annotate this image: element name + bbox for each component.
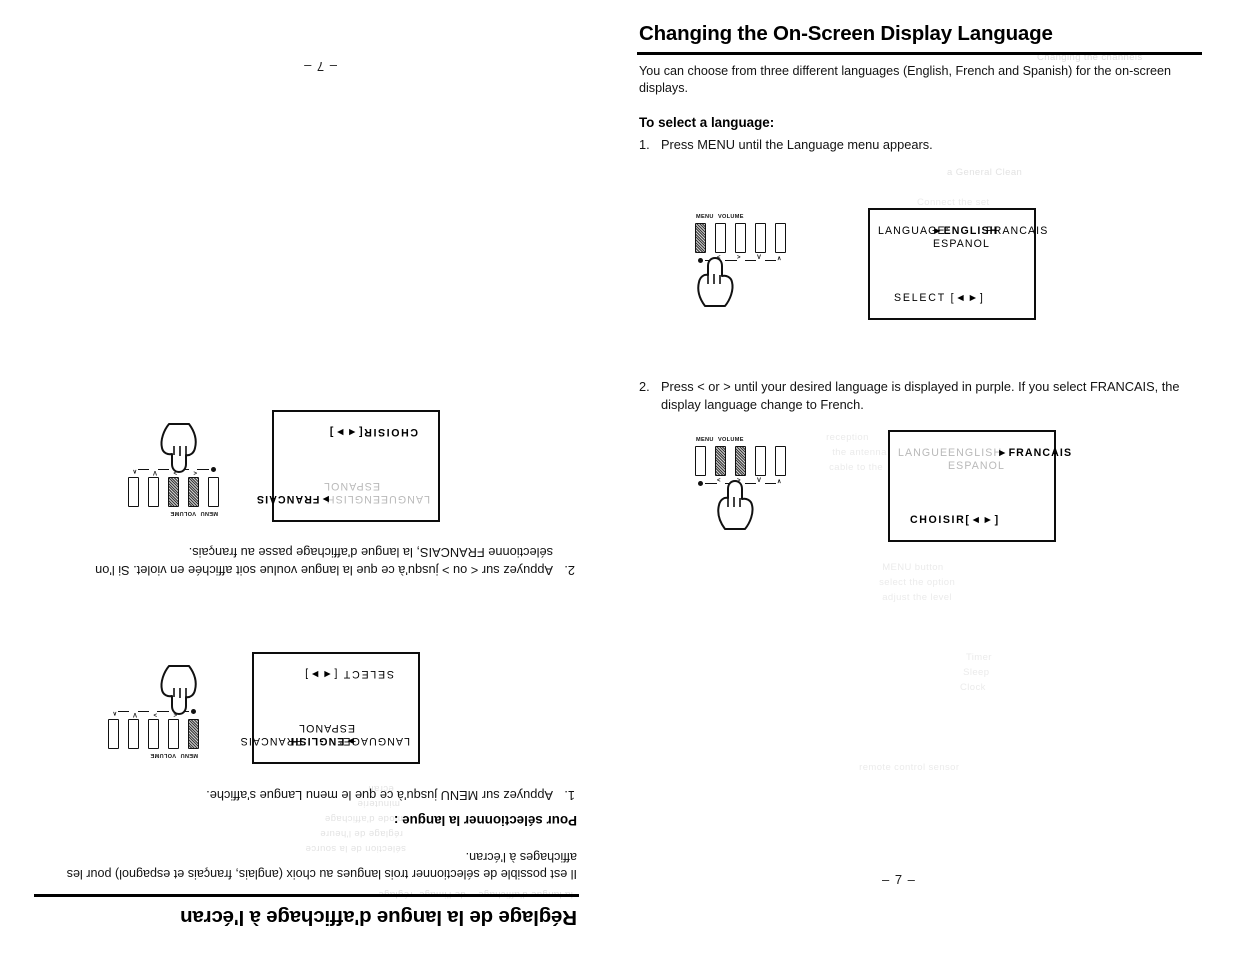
key-channel-down-right[interactable] (755, 223, 766, 253)
step-2-left: 2. Appuyez sur < ou > jusqu'à ce que la … (40, 544, 575, 579)
button-panel-1-left: MENU VOLUME < > V ∧ (79, 662, 199, 758)
panel-label-volume-left: VOLUME (150, 752, 176, 758)
button-panel-1-right: MENU VOLUME < > V ∧ (695, 214, 815, 310)
button-panel-2-left: MENU VOLUME < > V ∧ (99, 420, 219, 516)
key-menu-right[interactable] (695, 223, 706, 253)
osd-screen-2-right: LANGUE: ENGLISH ►FRANCAIS ESPANOL CHOISI… (888, 430, 1071, 542)
scan-ghost-text: remote control sensor (847, 762, 960, 773)
key-channel-down-left[interactable] (128, 719, 139, 749)
pointing-hand-icon (693, 256, 739, 313)
step-2-right: 2. Press < or > until your desired langu… (639, 378, 1184, 413)
panel-label-volume-2-left: VOLUME (170, 510, 196, 516)
osd-screen-2-left: LANGUE: ENGLISH ►FRANCAIS ESPANOL CHOISI… (256, 410, 440, 522)
page-left-french: – 7 – la langue d'affichage de l'image r… (0, 0, 617, 954)
osd-screen-1-right: LANGUAGE: ►ENGLISH FRANCAIS ESPANOL SELE… (868, 208, 1047, 320)
page-number-right: – 7 – (882, 872, 916, 887)
title-rule-right (637, 52, 1202, 55)
panel-label-menu-2-right: MENU (696, 437, 714, 443)
key-volume-down-2-left[interactable] (188, 477, 199, 507)
osd-option-english-2-left: ENGLISH (325, 493, 380, 505)
scan-ghost-text: a General Clean (947, 167, 1023, 178)
osd-screen-1-left: LANGUAGE: ►ENGLISH FRANCAIS ESPANOL SELE… (240, 652, 420, 764)
step-2-number-right: 2. (639, 379, 650, 394)
osd-option-espanol-2-left: ESPANOL (323, 480, 380, 492)
osd-label-langue-right: LANGUE: (898, 447, 953, 459)
intro-paragraph-left: Il est possible de sélectionner trois la… (66, 850, 577, 881)
osd-hint-choisir-left: CHOISIR[◄►] (328, 426, 418, 438)
scan-ghost-text: MENU button select the option adjust the… (879, 562, 956, 603)
subheading-left: Pour sélectionner la langue : (393, 813, 577, 828)
page-number-left: – 7 – (303, 59, 337, 74)
osd-option-francais-2-right: ►FRANCAIS (997, 447, 1073, 459)
panel-label-volume-2-right: VOLUME (718, 437, 744, 443)
key-channel-up-2-right[interactable] (775, 446, 786, 476)
panel-label-menu-2-left: MENU (200, 510, 218, 516)
title-rule-left (34, 894, 579, 897)
key-channel-down-2-left[interactable] (148, 477, 159, 507)
marker-dot-icon (698, 481, 703, 486)
key-volume-up-right[interactable] (735, 223, 746, 253)
step-2-text-left: Appuyez sur < ou > jusqu'à ce que la lan… (95, 545, 553, 579)
marker-down-icon: V (132, 711, 137, 717)
marker-down-icon: V (757, 255, 762, 261)
osd-option-francais-left: FRANCAIS (239, 735, 302, 747)
step-1-text-right: Press MENU until the Language menu appea… (661, 137, 933, 152)
step-1-number-right: 1. (639, 137, 650, 152)
panel-label-menu-left: MENU (180, 752, 198, 758)
subheading-right: To select a language: (639, 115, 775, 130)
pointing-hand-icon (713, 479, 759, 536)
step-1-left: 1. Appuyez sur MENU jusqu'à ce que le me… (45, 787, 575, 805)
key-menu-2-right[interactable] (695, 446, 706, 476)
page-title-left: Réglage de la langue d'affichage à l'écr… (180, 906, 577, 929)
osd-option-francais-2-left: ►FRANCAIS (255, 493, 331, 505)
scan-ghost-text: reception the antenna cable to the (826, 432, 887, 473)
marker-up-icon: ∧ (777, 256, 782, 262)
osd-option-francais-right: FRANCAIS (986, 225, 1049, 237)
osd-label-langue-left: LANGUE: (375, 493, 430, 505)
key-volume-down-2-right[interactable] (715, 446, 726, 476)
step-2-number-left: 2. (564, 563, 575, 578)
step-2-text-right: Press < or > until your desired language… (661, 379, 1180, 412)
key-volume-up-2-right[interactable] (735, 446, 746, 476)
pointing-hand-icon (155, 659, 201, 716)
button-panel-2-right: MENU VOLUME < > V ∧ (695, 437, 815, 533)
osd-option-espanol-left: ESPANOL (298, 722, 355, 734)
key-channel-up-right[interactable] (775, 223, 786, 253)
osd-hint-select-left: SELECT [◄►] (303, 668, 394, 680)
panel-label-volume-right: VOLUME (718, 214, 744, 220)
key-volume-up-2-left[interactable] (168, 477, 179, 507)
page-title-right: Changing the On-Screen Display Language (639, 22, 1053, 45)
key-volume-down-left[interactable] (168, 719, 179, 749)
marker-up-icon: ∧ (112, 710, 117, 716)
marker-up-icon: ∧ (777, 479, 782, 485)
step-1-number-left: 1. (564, 788, 575, 803)
step-1-text-left: Appuyez sur MENU jusqu'à ce que le menu … (206, 788, 553, 803)
key-channel-up-2-left[interactable] (128, 477, 139, 507)
intro-paragraph-right: You can choose from three different lang… (639, 64, 1172, 95)
key-volume-up-left[interactable] (148, 719, 159, 749)
osd-hint-select-right: SELECT [◄►] (894, 292, 985, 304)
marker-dot-icon (211, 467, 216, 472)
step-1-right: 1. Press MENU until the Language menu ap… (639, 136, 1184, 154)
marker-up-icon: ∧ (132, 468, 137, 474)
panel-label-menu-right: MENU (696, 214, 714, 220)
key-menu-left[interactable] (188, 719, 199, 749)
pointing-hand-icon (155, 417, 201, 474)
osd-option-english-2-right: ENGLISH (948, 447, 1003, 459)
key-channel-down-2-right[interactable] (755, 446, 766, 476)
key-channel-up-left[interactable] (108, 719, 119, 749)
scan-ghost-text: Timer Sleep Clock (960, 652, 992, 693)
key-menu-2-left[interactable] (208, 477, 219, 507)
osd-hint-choisir-right: CHOISIR[◄►] (910, 514, 1000, 526)
page-right-english: Changing the channels a General Clean Co… (617, 0, 1235, 954)
key-volume-down-right[interactable] (715, 223, 726, 253)
osd-option-espanol-2-right: ESPANOL (948, 460, 1005, 472)
osd-option-espanol-right: ESPANOL (933, 238, 990, 250)
